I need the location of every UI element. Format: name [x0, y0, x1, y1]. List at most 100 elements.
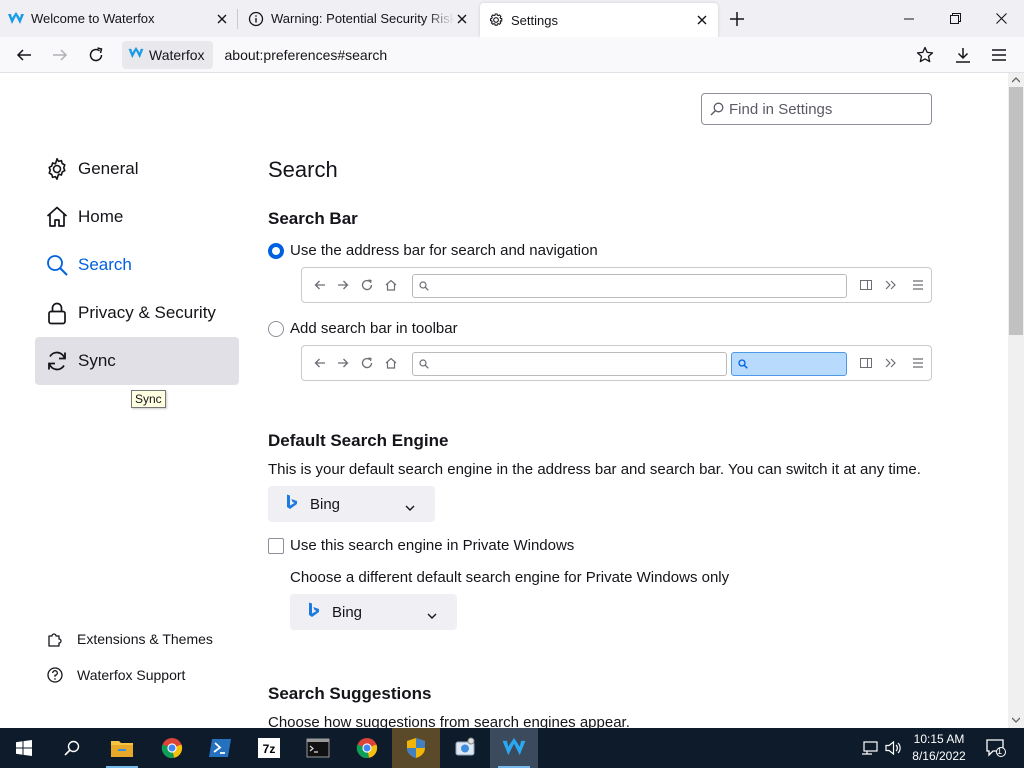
radio-label: Add search bar in toolbar — [290, 320, 458, 337]
site-identity[interactable]: Waterfox — [122, 41, 213, 69]
address-bar[interactable]: Waterfox about:preferences#search — [122, 41, 952, 69]
private-engine-select[interactable]: Bing — [290, 594, 457, 630]
tab-strip: Welcome to Waterfox Warning: Potential S… — [0, 0, 1024, 37]
support-link[interactable]: Waterfox Support — [46, 666, 185, 684]
waterfox-logo-icon — [128, 47, 144, 63]
preview-url-field — [412, 274, 847, 298]
vertical-scrollbar[interactable] — [1008, 73, 1024, 728]
sidebar-item-label: Search — [78, 255, 132, 274]
notification-center-icon[interactable]: 1 — [984, 739, 1008, 757]
file-explorer-icon[interactable] — [98, 728, 146, 768]
waterfox-taskbar-icon[interactable] — [490, 728, 538, 768]
sync-tooltip: Sync — [131, 390, 166, 408]
chrome-icon[interactable] — [148, 728, 196, 768]
home-icon — [384, 278, 398, 292]
page-title: Search — [268, 157, 338, 182]
checkbox-label: Use this search engine in Private Window… — [290, 537, 575, 554]
sidebar-icon — [859, 356, 873, 370]
volume-icon[interactable] — [885, 739, 903, 757]
search-icon[interactable] — [48, 728, 96, 768]
toolbar-search-radio-row[interactable]: Add search bar in toolbar — [268, 320, 458, 337]
clock-time: 10:15 AM — [913, 732, 965, 746]
address-bar-radio[interactable] — [268, 242, 284, 259]
private-engine-checkbox-row[interactable]: Use this search engine in Private Window… — [268, 537, 574, 554]
search-icon — [710, 102, 724, 116]
lock-icon — [45, 301, 69, 325]
tab-title: Welcome to Waterfox — [31, 11, 155, 26]
close-window-icon[interactable] — [978, 0, 1024, 37]
default-engine-select[interactable]: Bing — [268, 486, 435, 522]
hamburger-menu-icon — [911, 356, 925, 370]
identity-label: Waterfox — [149, 47, 205, 63]
settings-page: Find in Settings General Home Search Pri… — [0, 73, 1008, 728]
restore-icon[interactable] — [932, 0, 978, 37]
close-tab-icon[interactable] — [694, 12, 710, 28]
minimize-icon[interactable] — [886, 0, 932, 37]
address-bar-radio-row[interactable]: Use the address bar for search and navig… — [268, 242, 598, 259]
info-icon — [248, 11, 264, 27]
system-clock[interactable]: 10:15 AM 8/16/2022 — [908, 731, 970, 765]
bing-logo-icon — [308, 602, 320, 622]
network-icon[interactable] — [861, 739, 879, 757]
radio-label: Use the address bar for search and navig… — [290, 242, 598, 259]
hamburger-menu-icon — [911, 278, 925, 292]
scrollbar-thumb[interactable] — [1009, 87, 1023, 335]
network-tool-icon[interactable] — [441, 728, 489, 768]
overflow-chevron-icon — [884, 278, 898, 292]
extensions-themes-link[interactable]: Extensions & Themes — [46, 630, 213, 648]
sidebar-item-label: Sync — [78, 351, 116, 370]
search-bar-preview — [301, 345, 932, 381]
shield-security-icon[interactable] — [392, 728, 440, 768]
footer-link-label: Extensions & Themes — [77, 631, 213, 647]
reload-icon — [360, 278, 374, 292]
reload-icon[interactable] — [84, 43, 108, 67]
sidebar-item-home[interactable]: Home — [35, 193, 239, 241]
back-arrow-icon[interactable] — [12, 43, 36, 67]
find-in-settings-input[interactable]: Find in Settings — [701, 93, 932, 125]
hamburger-menu-icon[interactable] — [987, 43, 1011, 67]
default-engine-description: This is your default search engine in th… — [268, 461, 921, 478]
downloads-icon[interactable] — [951, 43, 975, 67]
tab-warning[interactable]: Warning: Potential Security Risk Ahead — [240, 0, 478, 37]
toolbar-search-radio[interactable] — [268, 320, 284, 337]
sidebar-item-privacy[interactable]: Privacy & Security — [35, 289, 239, 337]
sidebar-item-general[interactable]: General — [35, 145, 239, 193]
preview-search-field — [731, 352, 847, 376]
sidebar-item-label: Privacy & Security — [78, 303, 216, 322]
new-tab-plus-icon[interactable] — [728, 10, 746, 28]
terminal-icon[interactable] — [294, 728, 342, 768]
chevron-down-icon — [427, 607, 437, 624]
tab-welcome[interactable]: Welcome to Waterfox — [0, 0, 238, 37]
forward-arrow-icon — [336, 278, 350, 292]
close-tab-icon[interactable] — [214, 11, 230, 27]
sidebar-item-sync[interactable]: Sync — [35, 337, 239, 385]
powershell-icon[interactable] — [196, 728, 244, 768]
clock-date: 8/16/2022 — [912, 749, 966, 763]
start-button-windows-icon[interactable] — [0, 728, 48, 768]
close-tab-icon[interactable] — [454, 11, 470, 27]
forward-arrow-icon[interactable] — [48, 43, 72, 67]
chevron-down-icon — [405, 499, 415, 516]
bing-logo-icon — [286, 494, 298, 514]
footer-link-label: Waterfox Support — [77, 667, 186, 683]
svg-text:7z: 7z — [263, 742, 276, 756]
private-engine-checkbox[interactable] — [268, 537, 284, 554]
search-suggestions-heading: Search Suggestions — [268, 684, 432, 703]
home-icon — [45, 205, 69, 229]
notification-count: 1 — [997, 746, 1003, 756]
overflow-chevron-icon — [884, 356, 898, 370]
bookmark-star-icon[interactable] — [913, 43, 937, 67]
navigation-toolbar: Waterfox about:preferences#search — [0, 37, 1024, 73]
gear-icon — [45, 157, 69, 181]
url-text: about:preferences#search — [224, 47, 388, 63]
scroll-down-icon[interactable] — [1012, 716, 1020, 724]
scroll-up-icon[interactable] — [1012, 76, 1020, 84]
tab-title: Settings — [511, 12, 558, 28]
7zip-icon[interactable]: 7z — [245, 728, 293, 768]
chrome-icon[interactable] — [343, 728, 391, 768]
search-icon — [738, 359, 748, 369]
tab-settings[interactable]: Settings — [480, 3, 718, 37]
tab-title: Warning: Potential Security Risk Ahead — [271, 11, 454, 26]
search-icon — [45, 253, 69, 277]
sidebar-item-search[interactable]: Search — [35, 241, 239, 289]
